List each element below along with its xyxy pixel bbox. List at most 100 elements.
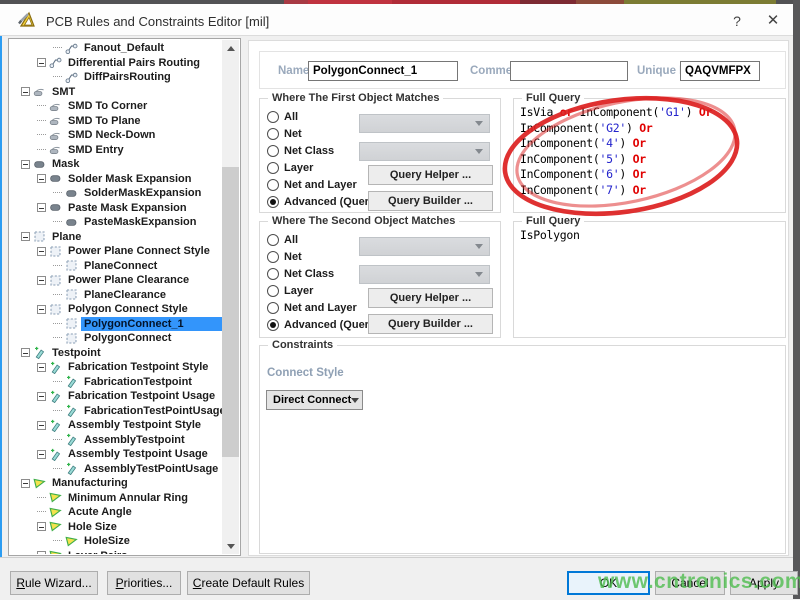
- tree-connector: [37, 149, 46, 151]
- tree-item[interactable]: Mask: [10, 157, 222, 172]
- tree-item[interactable]: Acute Angle: [10, 505, 222, 520]
- tree-item[interactable]: Assembly Testpoint Style: [10, 418, 222, 433]
- query-builder-button[interactable]: Query Builder ...: [368, 191, 493, 211]
- radio-icon[interactable]: [267, 179, 279, 191]
- radio-icon[interactable]: [267, 268, 279, 280]
- tree-item[interactable]: Differential Pairs Routing: [10, 56, 222, 71]
- radio-icon[interactable]: [267, 285, 279, 297]
- tree-connector: [37, 134, 46, 136]
- collapse-icon[interactable]: [21, 479, 30, 488]
- tree-item-label: AssemblyTestPointUsage: [81, 462, 221, 476]
- tree-item[interactable]: Layer Pairs: [10, 549, 222, 555]
- create-default-rules-button[interactable]: Create Default Rules: [187, 571, 310, 595]
- tree-item[interactable]: Fabrication Testpoint Style: [10, 360, 222, 375]
- radio-icon[interactable]: [267, 196, 279, 208]
- radio-icon[interactable]: [267, 111, 279, 123]
- tree-item[interactable]: Plane: [10, 230, 222, 245]
- radio-icon[interactable]: [267, 234, 279, 246]
- tree-item[interactable]: FabricationTestpoint: [10, 375, 222, 390]
- radio-icon[interactable]: [267, 162, 279, 174]
- query-helper-button[interactable]: Query Helper ...: [368, 165, 493, 185]
- tree-item-label: Layer Pairs: [65, 549, 130, 554]
- tree-item[interactable]: SMT: [10, 85, 222, 100]
- tree-item[interactable]: AssemblyTestpoint: [10, 433, 222, 448]
- scroll-up-icon[interactable]: [222, 40, 239, 56]
- radio-icon[interactable]: [267, 145, 279, 157]
- close-icon[interactable]: ✕: [758, 10, 788, 32]
- tree-item[interactable]: Fabrication Testpoint Usage: [10, 389, 222, 404]
- collapse-icon[interactable]: [37, 363, 46, 372]
- radio-option-layer[interactable]: Layer: [267, 159, 379, 176]
- connect-style-dropdown[interactable]: Direct Connect: [266, 390, 363, 410]
- rule-editor-panel: Name Comment Unique ID Where The First O…: [248, 40, 789, 556]
- tree-item[interactable]: PlaneConnect: [10, 259, 222, 274]
- radio-icon[interactable]: [267, 251, 279, 263]
- collapse-icon[interactable]: [21, 160, 30, 169]
- tree-item[interactable]: Manufacturing: [10, 476, 222, 491]
- tree-item[interactable]: Hole Size: [10, 520, 222, 535]
- tree-item-label: Fabrication Testpoint Style: [65, 360, 211, 374]
- tree-item[interactable]: Power Plane Clearance: [10, 273, 222, 288]
- rule-wizard-button[interactable]: Rule Wizard...: [10, 571, 98, 595]
- tree-item[interactable]: SMD To Plane: [10, 114, 222, 129]
- radio-option-advanced-query-[interactable]: Advanced (Query): [267, 316, 379, 333]
- scrollbar-thumb[interactable]: [222, 167, 239, 457]
- collapse-icon[interactable]: [37, 421, 46, 430]
- radio-option-net-and-layer[interactable]: Net and Layer: [267, 176, 379, 193]
- rules-tree: Fanout_DefaultDifferential Pairs Routing…: [10, 41, 222, 554]
- radio-option-layer[interactable]: Layer: [267, 282, 379, 299]
- net-class-combo: [359, 142, 490, 161]
- collapse-icon[interactable]: [37, 203, 46, 212]
- collapse-icon[interactable]: [37, 522, 46, 531]
- help-button[interactable]: ?: [722, 10, 752, 32]
- radio-icon[interactable]: [267, 128, 279, 140]
- comment-input[interactable]: [510, 61, 628, 81]
- radio-icon[interactable]: [267, 319, 279, 331]
- tree-item[interactable]: Fanout_Default: [10, 41, 222, 56]
- tree-item[interactable]: SMD Entry: [10, 143, 222, 158]
- collapse-icon[interactable]: [21, 87, 30, 96]
- tree-item[interactable]: SMD Neck-Down: [10, 128, 222, 143]
- unique-id-input[interactable]: [680, 61, 760, 81]
- tree-item[interactable]: PolygonConnect: [10, 331, 222, 346]
- query-builder-button[interactable]: Query Builder ...: [368, 314, 493, 334]
- tree-item[interactable]: Minimum Annular Ring: [10, 491, 222, 506]
- radio-icon[interactable]: [267, 302, 279, 314]
- radio-label: Net and Layer: [284, 179, 357, 191]
- radio-label: Advanced (Query): [284, 319, 379, 331]
- full-query-second-text[interactable]: IsPolygon: [520, 228, 781, 333]
- query-helper-button[interactable]: Query Helper ...: [368, 288, 493, 308]
- scroll-down-icon[interactable]: [222, 538, 239, 554]
- collapse-icon[interactable]: [21, 232, 30, 241]
- tree-item[interactable]: PasteMaskExpansion: [10, 215, 222, 230]
- tree-item[interactable]: Polygon Connect Style: [10, 302, 222, 317]
- collapse-icon[interactable]: [37, 276, 46, 285]
- radio-option-net-and-layer[interactable]: Net and Layer: [267, 299, 379, 316]
- tree-item[interactable]: Power Plane Connect Style: [10, 244, 222, 259]
- tree-scrollbar[interactable]: [222, 40, 239, 554]
- priorities-button[interactable]: Priorities...: [107, 571, 181, 595]
- full-query-first-text[interactable]: IsVia or InComponent('G1') OrInComponent…: [520, 105, 781, 208]
- collapse-icon[interactable]: [37, 450, 46, 459]
- tree-item[interactable]: SolderMaskExpansion: [10, 186, 222, 201]
- radio-option-advanced-query-[interactable]: Advanced (Query): [267, 193, 379, 210]
- tree-item[interactable]: Testpoint: [10, 346, 222, 361]
- tree-item[interactable]: AssemblyTestPointUsage: [10, 462, 222, 477]
- tree-item[interactable]: HoleSize: [10, 534, 222, 549]
- tree-item[interactable]: Solder Mask Expansion: [10, 172, 222, 187]
- tree-item[interactable]: PolygonConnect_1: [10, 317, 222, 332]
- tree-item[interactable]: Paste Mask Expansion: [10, 201, 222, 216]
- collapse-icon[interactable]: [21, 348, 30, 357]
- collapse-icon[interactable]: [37, 58, 46, 67]
- tree-item[interactable]: PlaneClearance: [10, 288, 222, 303]
- collapse-icon[interactable]: [37, 551, 46, 554]
- tree-item[interactable]: FabricationTestPointUsage: [10, 404, 222, 419]
- collapse-icon[interactable]: [37, 392, 46, 401]
- name-input[interactable]: [308, 61, 458, 81]
- tree-item[interactable]: SMD To Corner: [10, 99, 222, 114]
- tree-item[interactable]: DiffPairsRouting: [10, 70, 222, 85]
- collapse-icon[interactable]: [37, 247, 46, 256]
- tree-item[interactable]: Assembly Testpoint Usage: [10, 447, 222, 462]
- collapse-icon[interactable]: [37, 174, 46, 183]
- collapse-icon[interactable]: [37, 305, 46, 314]
